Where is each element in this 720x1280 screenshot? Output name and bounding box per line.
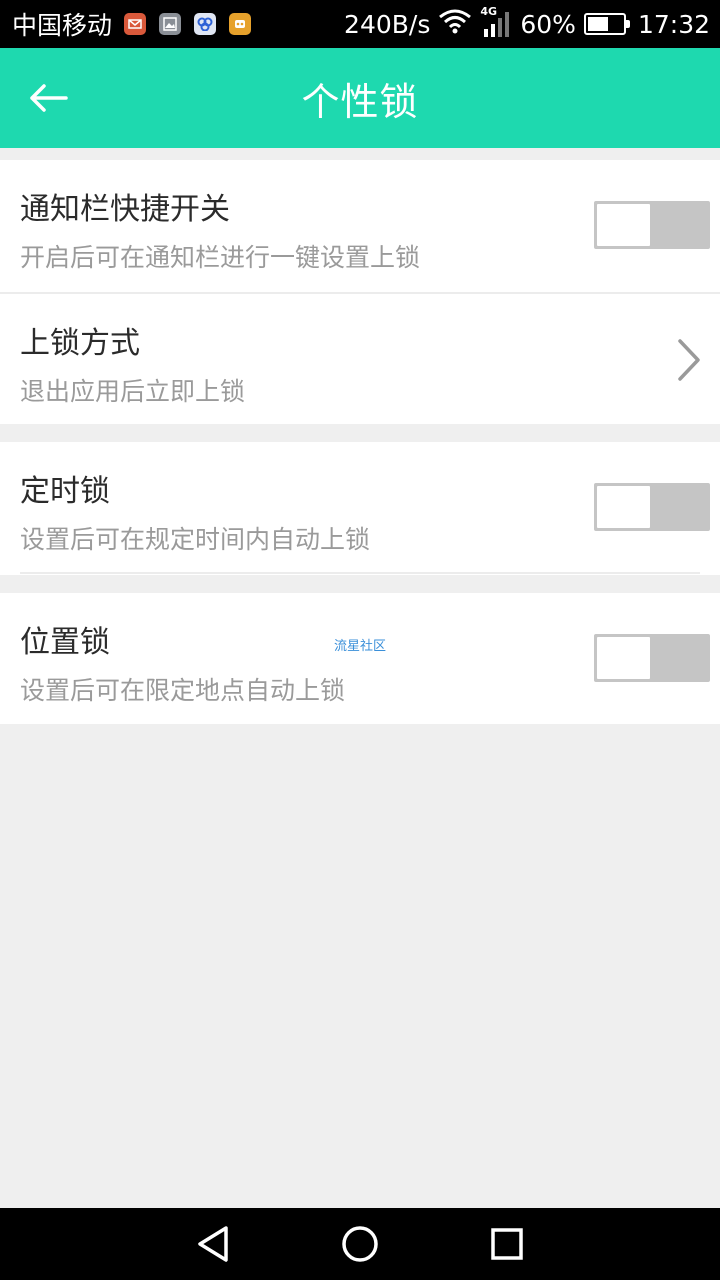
status-bar-left: 中国移动 <box>12 6 264 42</box>
setting-title: 定时锁 <box>20 474 110 509</box>
battery-fill <box>587 17 608 31</box>
setting-subtitle: 开启后可在通知栏进行一键设置上锁 <box>20 243 421 272</box>
settings-group-3: 位置锁 流星社区 设置后可在限定地点自动上锁 <box>0 593 720 724</box>
setting-row-lock-method[interactable]: 上锁方式 退出应用后立即上锁 <box>0 292 720 424</box>
status-bar-right: 240B/s 4G 60% 17:32 <box>336 5 710 40</box>
toggle-knob <box>597 637 650 679</box>
game-app-icon <box>229 13 252 35</box>
network-speed: 240B/s <box>344 9 431 39</box>
setting-title: 位置锁 <box>20 625 110 660</box>
setting-row-location-lock: 位置锁 流星社区 设置后可在限定地点自动上锁 <box>0 593 720 725</box>
setting-row-timed-lock: 定时锁 设置后可在规定时间内自动上锁 <box>0 442 720 574</box>
screen: 中国移动 240B/s 4G 60% 17:32 个性锁 通知栏快捷开关 开启后… <box>0 0 720 1280</box>
nav-back-button[interactable] <box>191 1222 235 1266</box>
status-bar: 中国移动 240B/s 4G 60% 17:32 <box>0 0 720 48</box>
battery-icon <box>583 13 630 35</box>
gallery-app-icon <box>159 13 182 35</box>
setting-subtitle: 设置后可在限定地点自动上锁 <box>20 676 346 705</box>
baidu-app-icon <box>194 13 217 35</box>
home-circle-icon <box>342 1226 378 1262</box>
setting-title: 通知栏快捷开关 <box>20 192 230 227</box>
setting-row-notification-shortcut: 通知栏快捷开关 开启后可在通知栏进行一键设置上锁 <box>0 160 720 292</box>
toggle-knob <box>597 204 650 246</box>
back-triangle-icon <box>198 1226 229 1262</box>
nav-recents-button[interactable] <box>485 1222 529 1266</box>
battery-percent: 60% <box>520 9 576 39</box>
chevron-right-icon[interactable] <box>676 338 702 382</box>
nav-home-button[interactable] <box>338 1222 382 1266</box>
system-nav-bar <box>0 1208 720 1280</box>
carrier-name: 中国移动 <box>12 11 113 40</box>
page-title: 个性锁 <box>301 79 419 124</box>
setting-title: 上锁方式 <box>20 326 140 361</box>
divider <box>20 572 700 574</box>
notification-shortcut-toggle[interactable] <box>594 201 710 249</box>
cellular-signal-icon: 4G <box>480 5 512 39</box>
setting-subtitle: 设置后可在规定时间内自动上锁 <box>20 525 371 554</box>
toggle-knob <box>597 486 650 528</box>
app-bar: 个性锁 <box>0 48 720 148</box>
recents-square-icon <box>490 1228 523 1260</box>
setting-subtitle: 退出应用后立即上锁 <box>20 377 246 406</box>
timed-lock-toggle[interactable] <box>594 483 710 531</box>
wifi-icon <box>438 8 472 40</box>
mail-app-icon <box>124 13 147 35</box>
location-lock-toggle[interactable] <box>594 634 710 682</box>
settings-group-1: 通知栏快捷开关 开启后可在通知栏进行一键设置上锁 上锁方式 退出应用后立即上锁 <box>0 160 720 424</box>
settings-group-2: 定时锁 设置后可在规定时间内自动上锁 <box>0 442 720 575</box>
watermark-text: 流星社区 <box>334 639 387 654</box>
clock: 17:32 <box>637 9 710 39</box>
